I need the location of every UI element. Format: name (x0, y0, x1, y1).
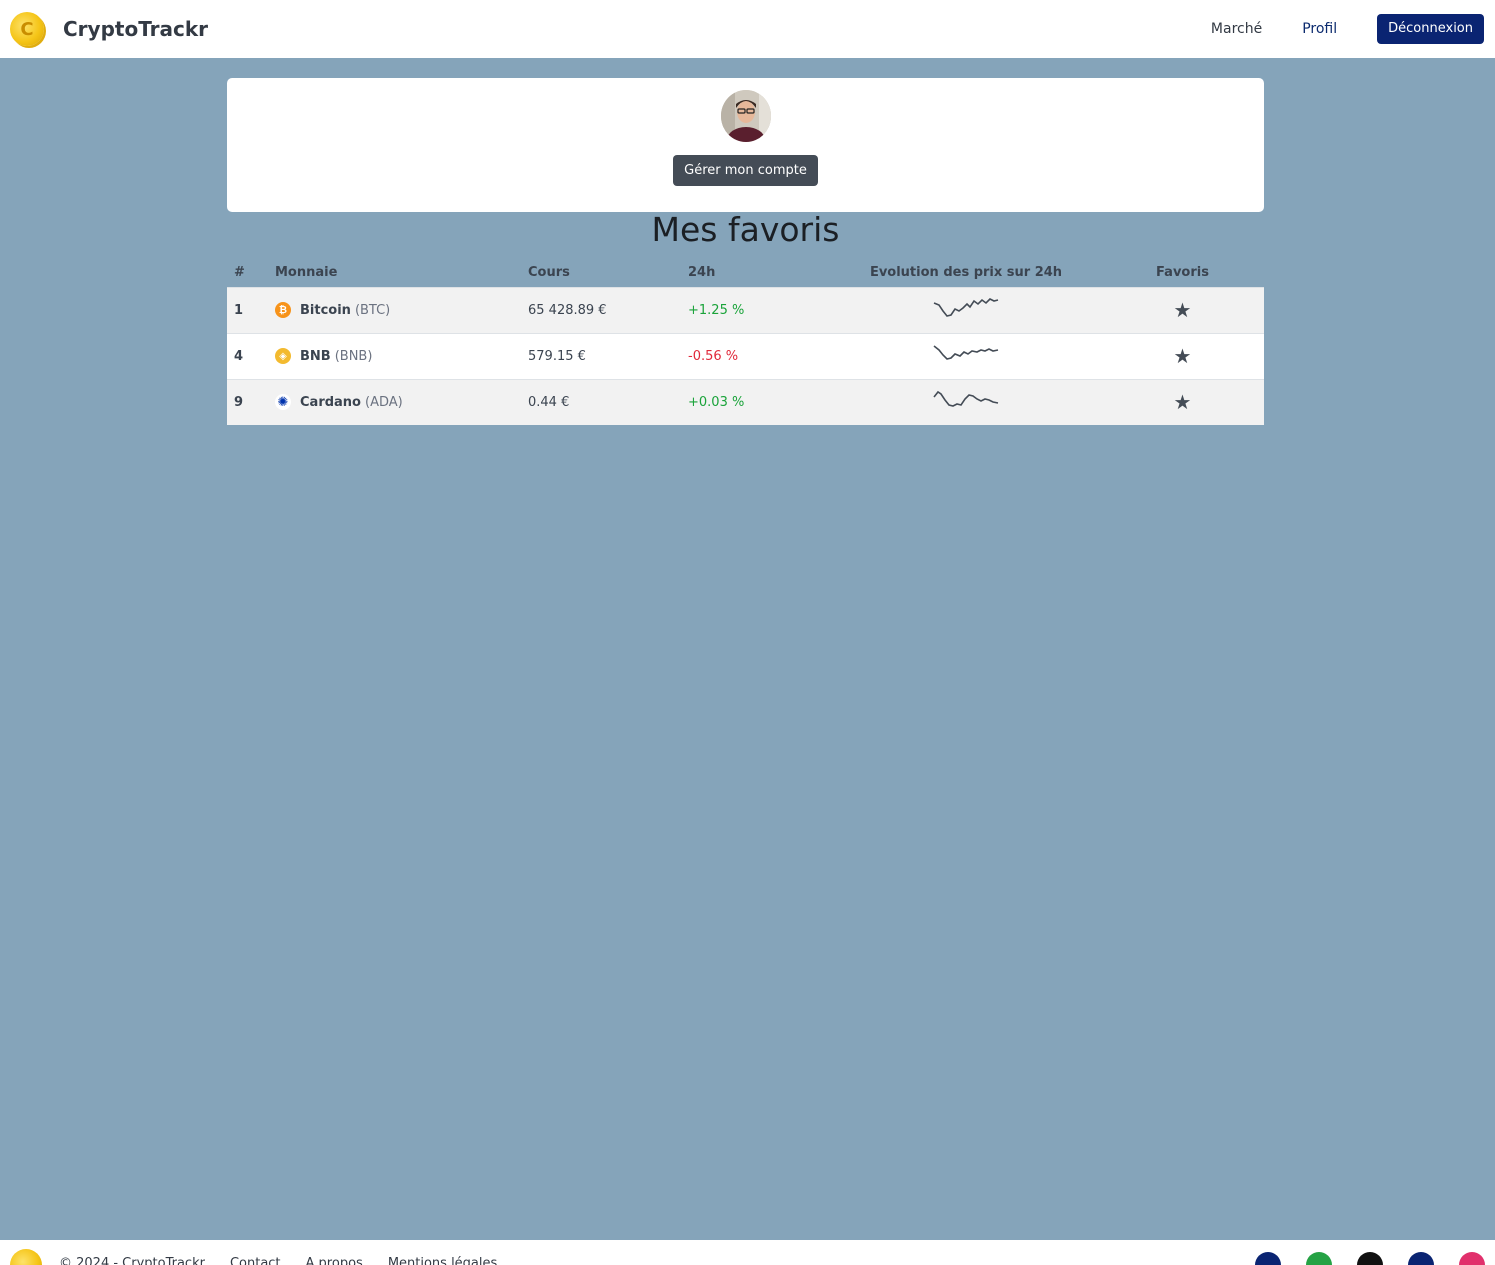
row-favorite: ★ (1101, 379, 1264, 425)
manage-account-button[interactable]: Gérer mon compte (673, 155, 818, 186)
profile-card: Gérer mon compte (227, 78, 1264, 212)
row-change: +1.25 % (688, 302, 745, 318)
sparkline-chart (933, 345, 999, 360)
row-rank: 9 (234, 394, 244, 410)
row-price: 579.15 € (528, 348, 586, 364)
favorite-star-icon[interactable]: ★ (1174, 344, 1192, 368)
row-change: +0.03 % (688, 394, 745, 410)
favorites-title: Mes favoris (651, 210, 840, 249)
nav-links: Marché Profil Déconnexion (1211, 14, 1485, 44)
row-price: 65 428.89 € (528, 302, 607, 318)
cardano-icon: ✺ (275, 394, 291, 411)
avatar (720, 90, 771, 142)
bitcoin-icon: ₿ (275, 302, 291, 318)
row-change: -0.56 % (688, 348, 739, 364)
whatsapp-icon[interactable] (1306, 1252, 1332, 1265)
bnb-icon: ◈ (275, 348, 291, 364)
instagram-icon[interactable] (1459, 1252, 1485, 1265)
x-icon[interactable] (1357, 1252, 1383, 1265)
row-favorite: ★ (1101, 287, 1264, 333)
row-favorite: ★ (1101, 333, 1264, 379)
coin-name[interactable]: Cardano (300, 395, 361, 410)
row-rank: 4 (234, 348, 244, 364)
table-row[interactable]: 9 ✺ Cardano (ADA) 0.44 € +0.03 % ★ (227, 379, 1264, 425)
coin-symbol: (BTC) (354, 302, 391, 318)
social-links (1230, 1240, 1485, 1265)
table-row[interactable]: 1 ₿ Bitcoin (BTC) 65 428.89 € +1.25 % ★ (227, 287, 1264, 333)
favorites-table: # Monnaie Cours 24h Evolution des prix s… (227, 258, 1264, 425)
footer: © 2024 - CryptoTrackr Contact A propos M… (0, 1240, 1495, 1265)
coin-name[interactable]: BNB (300, 349, 331, 364)
row-rank: 1 (234, 302, 244, 318)
favorite-star-icon[interactable]: ★ (1174, 298, 1192, 322)
brand-name[interactable]: CryptoTrackr (63, 17, 208, 41)
row-currency: ₿ Bitcoin (BTC) (268, 287, 521, 333)
row-currency: ◈ BNB (BNB) (268, 333, 521, 379)
footer-logo-icon[interactable] (10, 1249, 42, 1265)
footer-contact-link[interactable]: Contact (230, 1256, 281, 1265)
table-header-row: # Monnaie Cours 24h Evolution des prix s… (227, 258, 1264, 287)
row-currency: ✺ Cardano (ADA) (268, 379, 521, 425)
col-24h: 24h (688, 264, 716, 280)
footer-about-link[interactable]: A propos (306, 1256, 363, 1265)
logout-button[interactable]: Déconnexion (1377, 14, 1484, 44)
sparkline-chart (933, 391, 999, 408)
favorite-star-icon[interactable]: ★ (1174, 390, 1192, 414)
row-sparkline (831, 379, 1101, 425)
top-navbar: C CryptoTrackr Marché Profil Déconnexion (0, 0, 1495, 58)
row-sparkline (831, 333, 1101, 379)
coin-symbol: (BNB) (334, 348, 373, 364)
nav-profile-link[interactable]: Profil (1302, 21, 1337, 37)
footer-copyright: © 2024 - CryptoTrackr (59, 1256, 205, 1265)
cryptotrackr-logo-icon[interactable]: C (10, 12, 44, 46)
nav-market-link[interactable]: Marché (1211, 21, 1262, 37)
row-sparkline (831, 287, 1101, 333)
coin-name[interactable]: Bitcoin (300, 303, 351, 318)
row-price: 0.44 € (528, 394, 570, 410)
table-row[interactable]: 4 ◈ BNB (BNB) 579.15 € -0.56 % ★ (227, 333, 1264, 379)
col-currency: Monnaie (275, 264, 338, 280)
sparkline-chart (933, 298, 999, 317)
linkedin-icon[interactable] (1408, 1252, 1434, 1265)
coin-symbol: (ADA) (365, 394, 403, 410)
footer-legal-link[interactable]: Mentions légales (388, 1256, 497, 1265)
col-price: Cours (528, 264, 570, 280)
col-rank: # (234, 264, 245, 280)
facebook-icon[interactable] (1255, 1252, 1281, 1265)
col-favorites: Favoris (1156, 264, 1209, 280)
col-evolution: Evolution des prix sur 24h (869, 264, 1063, 280)
